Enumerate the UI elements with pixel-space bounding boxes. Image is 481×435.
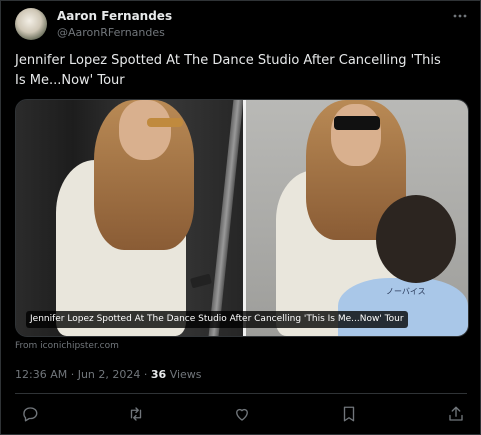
media-caption: Jennifer Lopez Spotted At The Dance Stud… [26,311,408,328]
meta-separator: · [67,368,78,381]
views-label: Views [166,368,202,381]
more-icon-svg [453,14,467,18]
meta-separator: · [140,368,151,381]
tweet-date[interactable]: Jun 2, 2024 [78,368,141,381]
avatar[interactable] [15,8,47,40]
author-name[interactable]: Aaron Fernandes [57,9,172,23]
tweet-meta: 12:36 AM · Jun 2, 2024 · 36 Views [15,368,202,381]
background-pole [208,100,244,336]
like-button[interactable] [232,404,252,424]
tweet-time[interactable]: 12:36 AM [15,368,67,381]
phone [190,273,212,289]
face-right [331,104,381,166]
photo-right: ノーバイス [246,100,468,336]
views-count: 36 [150,368,167,381]
face-left [119,100,171,160]
bookmark-icon [343,406,355,422]
sunglasses-right [334,116,380,130]
share-button[interactable] [446,404,466,424]
photo-left [16,100,244,336]
person-head-back [376,195,456,283]
source-link[interactable]: From iconichipster.com [15,341,119,351]
bookmark-button[interactable] [339,404,359,424]
like-icon [236,408,248,421]
media-image[interactable]: ノーバイス Jennifer Lopez Spotted At The Danc… [15,99,469,337]
tweet-text: Jennifer Lopez Spotted At The Dance Stud… [15,53,441,88]
sunglasses-left [147,118,183,127]
tshirt-text: ノーバイス [386,287,426,296]
retweet-button[interactable] [126,404,146,424]
divider-line [15,393,467,394]
more-horizontal-icon[interactable] [452,9,468,23]
reply-icon [23,407,38,422]
share-icon [449,406,463,421]
retweet-icon [130,407,142,421]
author-handle[interactable]: @AaronRFernandes [57,26,165,39]
reply-button[interactable] [20,404,40,424]
